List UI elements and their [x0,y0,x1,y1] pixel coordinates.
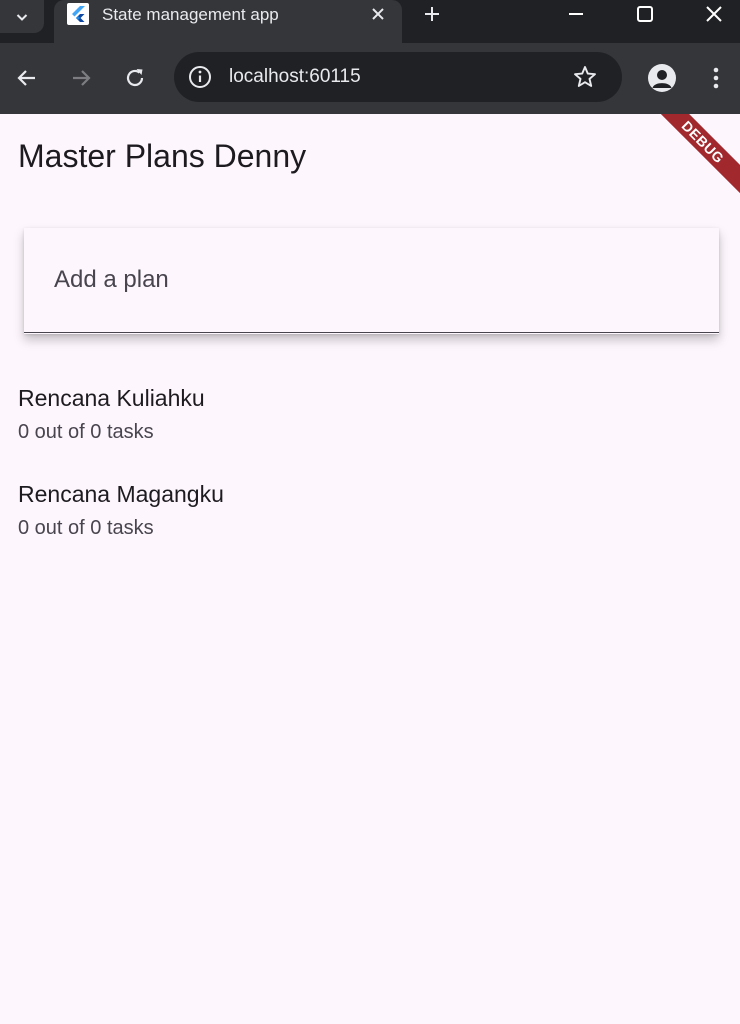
profile-avatar[interactable] [648,64,676,92]
list-item[interactable]: Rencana Magangku 0 out of 0 tasks [0,476,740,572]
add-plan-card [24,228,719,334]
plan-progress: 0 out of 0 tasks [18,517,154,539]
arrow-right-icon[interactable] [68,65,94,91]
info-icon[interactable] [187,64,213,90]
address-bar[interactable]: localhost:60115 [174,52,622,102]
person-icon [652,70,672,88]
minimize-icon[interactable] [564,2,588,26]
list-item[interactable]: Rencana Kuliahku 0 out of 0 tasks [0,380,740,476]
plan-name: Rencana Magangku [18,481,224,507]
app-page: Master Plans Denny DEBUG Rencana Kuliahk… [0,114,740,1024]
app-title: Master Plans Denny [18,138,307,174]
browser-toolbar: localhost:60115 [0,43,740,114]
tab-title: State management app [102,5,279,24]
plan-list: Rencana Kuliahku 0 out of 0 tasks Rencan… [0,380,740,572]
add-plan-input[interactable] [24,228,719,333]
browser-tab-strip: State management app [0,0,740,43]
close-icon[interactable] [368,4,388,24]
url-text[interactable]: localhost:60115 [229,66,361,88]
more-vertical-icon[interactable] [703,65,729,91]
star-icon[interactable] [572,64,598,90]
maximize-icon[interactable] [633,2,657,26]
plan-name: Rencana Kuliahku [18,385,205,411]
close-window-icon[interactable] [702,2,726,26]
reload-icon[interactable] [122,65,148,91]
browser-tab[interactable]: State management app [54,0,402,43]
plan-progress: 0 out of 0 tasks [18,421,154,443]
arrow-left-icon[interactable] [14,65,40,91]
plus-icon[interactable] [420,2,444,26]
debug-banner: DEBUG [642,114,740,203]
flutter-icon [67,3,89,25]
chevron-down-icon [16,13,28,21]
tab-search-button[interactable] [0,0,44,33]
